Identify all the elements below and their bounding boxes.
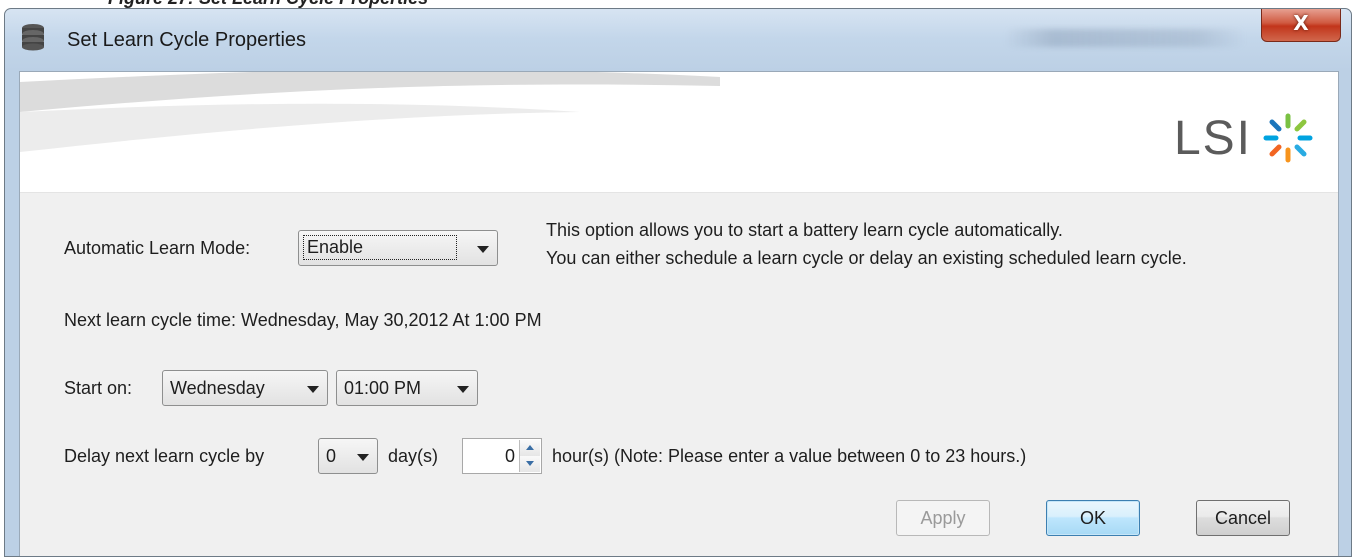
chevron-down-icon [357, 454, 369, 461]
spinner-buttons [519, 440, 540, 472]
delay-days-select[interactable]: 0 [318, 438, 378, 474]
dialog-window: Set Learn Cycle Properties X LSI Automat… [4, 8, 1352, 557]
dialog-client-area: LSI Automatic Learn Mode: Enable This op… [19, 71, 1339, 556]
automatic-learn-mode-label: Automatic Learn Mode: [64, 238, 251, 258]
start-day-select[interactable]: Wednesday [162, 370, 328, 406]
lsi-logo: LSI [1174, 108, 1316, 168]
database-icon [22, 24, 44, 51]
delay-days-value: 0 [326, 446, 337, 466]
automatic-learn-mode-select[interactable]: Enable [298, 230, 498, 266]
chevron-down-icon [457, 386, 469, 393]
lsi-starburst-icon [1263, 113, 1313, 163]
blurred-title-text [1005, 29, 1245, 47]
start-day-value: Wednesday [170, 378, 265, 398]
cancel-button[interactable]: Cancel [1196, 500, 1290, 536]
chevron-down-icon [477, 246, 489, 253]
delay-hours-value: 0 [504, 446, 515, 466]
automatic-learn-mode-value: Enable [302, 235, 458, 260]
start-time-value: 01:00 PM [344, 378, 422, 398]
description-line-1: This option allows you to start a batter… [546, 220, 1063, 240]
hours-note-text: hour(s) (Note: Please enter a value betw… [552, 446, 1027, 466]
apply-button[interactable]: Apply [896, 500, 990, 536]
chevron-down-icon [307, 386, 319, 393]
window-title: Set Learn Cycle Properties [67, 29, 307, 51]
delay-hours-spinner[interactable]: 0 [462, 438, 542, 474]
start-on-label: Start on: [64, 378, 133, 398]
days-unit-label: day(s) [388, 446, 439, 466]
header-banner: LSI [20, 72, 1338, 193]
banner-swoosh [20, 72, 720, 152]
next-learn-cycle-text: Next learn cycle time: Wednesday, May 30… [64, 310, 542, 330]
spinner-up-icon[interactable] [520, 440, 540, 457]
ok-button[interactable]: OK [1046, 500, 1140, 536]
delay-label: Delay next learn cycle by [64, 446, 265, 466]
start-time-select[interactable]: 01:00 PM [336, 370, 478, 406]
title-bar[interactable]: Set Learn Cycle Properties X [5, 9, 1351, 71]
spinner-down-icon[interactable] [520, 456, 540, 472]
close-button[interactable]: X [1261, 9, 1341, 42]
description-line-2: You can either schedule a learn cycle or… [546, 248, 1187, 268]
logo-text: LSI [1173, 111, 1252, 165]
